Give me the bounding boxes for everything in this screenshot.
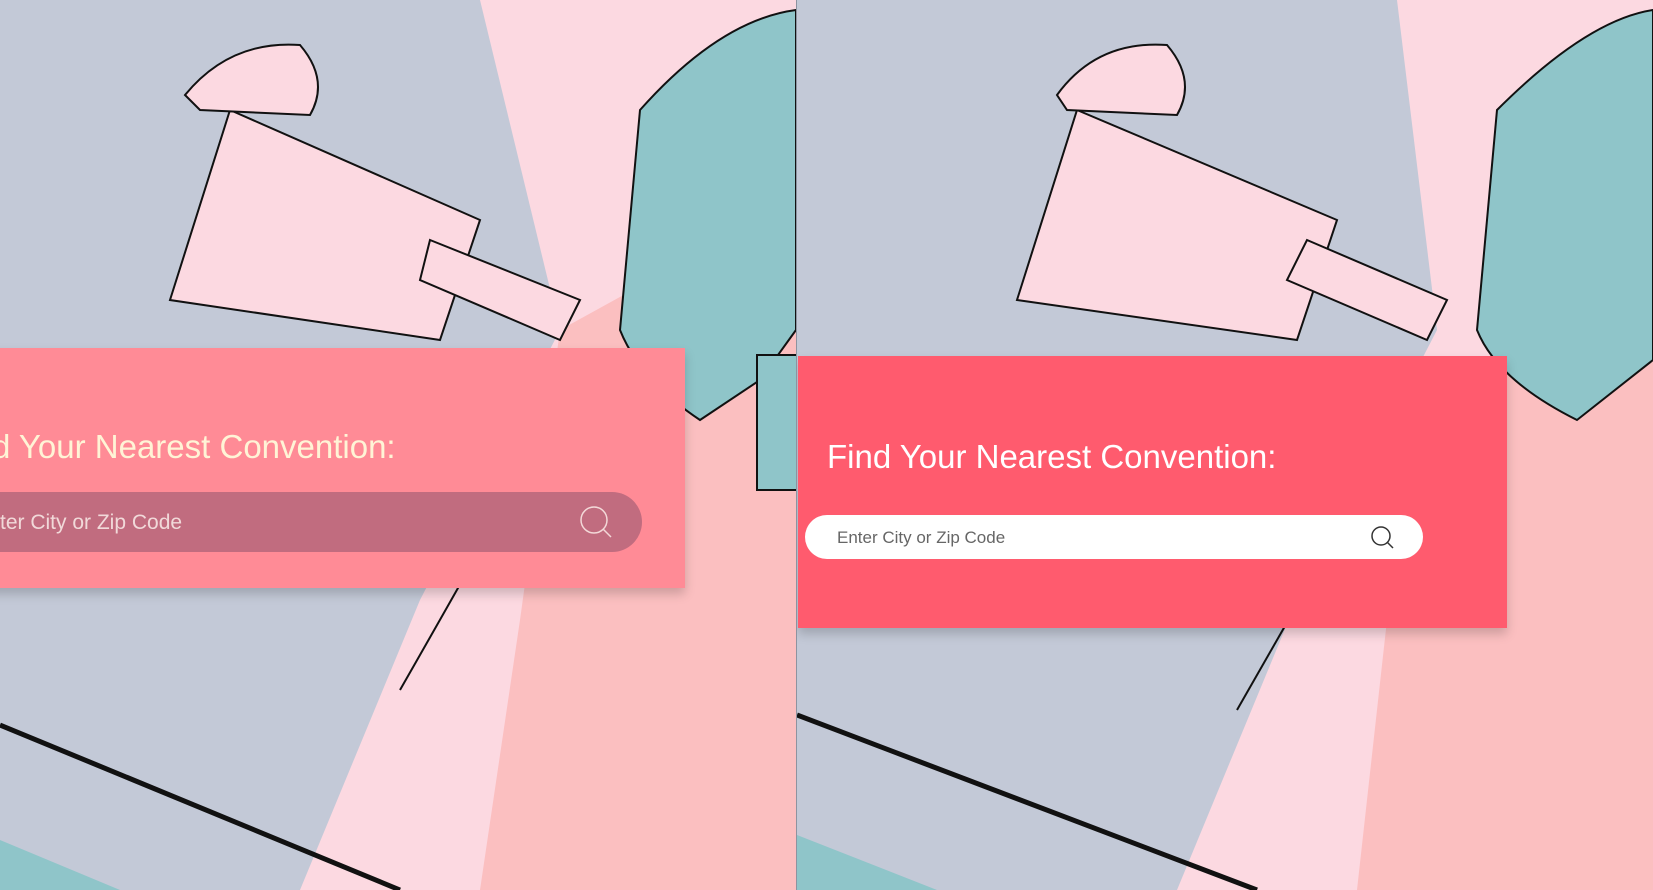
left-panel: d Your Nearest Convention: xyxy=(0,0,796,890)
search-title: d Your Nearest Convention: xyxy=(0,428,396,465)
search-icon[interactable] xyxy=(578,504,614,545)
search-bar[interactable] xyxy=(805,515,1423,561)
search-input[interactable] xyxy=(0,492,522,554)
search-icon[interactable] xyxy=(1370,525,1396,556)
search-title: Find Your Nearest Convention: xyxy=(827,438,1277,475)
right-panel: Find Your Nearest Convention: xyxy=(797,0,1653,890)
search-bar[interactable] xyxy=(0,492,642,554)
search-input[interactable] xyxy=(835,515,1319,561)
search-card xyxy=(798,356,1507,628)
